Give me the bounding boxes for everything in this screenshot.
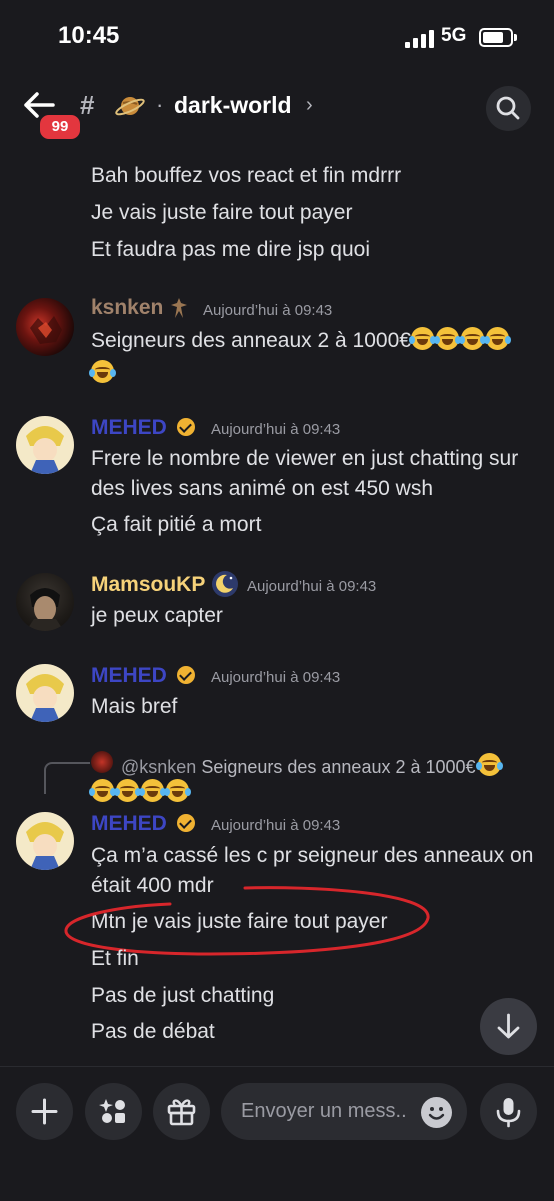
avatar[interactable]	[16, 664, 74, 722]
verified-icon	[177, 666, 195, 684]
laughing-emoji-icon	[89, 779, 116, 802]
timestamp: Aujourd’hui à 09:43	[211, 817, 341, 834]
timestamp: Aujourd’hui à 09:43	[203, 302, 333, 319]
search-icon	[496, 96, 520, 120]
gift-button[interactable]	[153, 1083, 210, 1140]
message-line: Et fin	[91, 947, 139, 970]
header-separator: ·	[156, 92, 164, 117]
user-tag-icon	[171, 298, 187, 318]
mic-icon	[496, 1098, 521, 1128]
author-name[interactable]: ksnken	[91, 296, 163, 320]
gift-icon	[167, 1099, 196, 1126]
laughing-emoji-icon	[139, 779, 166, 802]
message-composer	[0, 1066, 554, 1201]
signal-icon	[405, 30, 434, 48]
message-line: Ça fait pitié a mort	[91, 513, 262, 536]
voice-message-button[interactable]	[480, 1083, 537, 1140]
chevron-right-icon[interactable]: ›	[306, 94, 313, 117]
verified-icon	[177, 418, 195, 436]
message-list[interactable]: Bah bouffez vos react et fin mdrrr Je va…	[0, 136, 554, 1066]
reply-mention: @ksnken	[121, 757, 197, 777]
laughing-emoji-icon	[433, 327, 461, 350]
message-line: Seigneurs des anneaux 2 à 1000€	[91, 327, 511, 353]
message-line: Pas de just chatting	[91, 984, 275, 1007]
hash-icon: #	[80, 90, 95, 120]
channel-name[interactable]: dark-world	[174, 92, 292, 119]
author-name[interactable]: MEHED	[91, 416, 167, 440]
search-button[interactable]	[486, 86, 531, 131]
arrow-down-icon	[497, 1013, 520, 1039]
message-line: des lives sans animé on est 450 wsh	[91, 477, 434, 500]
emoji-button[interactable]	[421, 1097, 452, 1128]
message-line: Je vais juste faire tout payer	[91, 201, 353, 224]
reply-avatar	[91, 751, 113, 773]
laughing-emoji-icon	[164, 779, 191, 802]
message-line	[89, 360, 116, 386]
timestamp: Aujourd’hui à 09:43	[211, 421, 341, 438]
message-line: Bah bouffez vos react et fin mdrrr	[91, 164, 402, 187]
reply-emoji-row	[89, 779, 191, 804]
apps-icon	[99, 1099, 125, 1123]
reply-preview[interactable]: @ksnken Seigneurs des anneaux 2 à 1000€	[121, 753, 503, 778]
add-attachment-button[interactable]	[16, 1083, 73, 1140]
reply-connector	[44, 762, 90, 794]
battery-icon	[479, 28, 517, 47]
message-line: je peux capter	[91, 604, 223, 627]
avatar[interactable]	[16, 416, 74, 474]
timestamp: Aujourd’hui à 09:43	[211, 669, 341, 686]
channel-header: 99 # · dark-world ›	[0, 80, 554, 142]
verified-icon	[177, 814, 195, 832]
status-time: 10:45	[58, 22, 120, 49]
author-name[interactable]: MEHED	[91, 812, 167, 836]
message-line: Ça m’a cassé les c pr seigneur des annea…	[91, 844, 534, 867]
laughing-emoji-icon	[89, 360, 116, 383]
avatar[interactable]	[16, 573, 74, 631]
author-name[interactable]: MamsouKP	[91, 573, 205, 597]
laughing-emoji-icon	[408, 327, 436, 350]
laughing-emoji-icon	[458, 327, 486, 350]
plus-icon	[31, 1098, 58, 1125]
laughing-emoji-icon	[483, 327, 511, 350]
avatar[interactable]	[16, 298, 74, 356]
jump-to-bottom-button[interactable]	[480, 998, 537, 1055]
status-bar: 10:45 5G	[0, 0, 554, 74]
message-line: Mais bref	[91, 695, 178, 718]
reply-text: Seigneurs des anneaux 2 à 1000€	[201, 757, 476, 777]
laughing-emoji-icon	[114, 779, 141, 802]
message-line: Pas de débat	[91, 1020, 215, 1043]
message-line: Frere le nombre de viewer en just chatti…	[91, 447, 519, 470]
sleep-tag-icon	[212, 571, 238, 597]
apps-button[interactable]	[85, 1083, 142, 1140]
emoji-icon	[428, 1107, 445, 1120]
message-text: Seigneurs des anneaux 2 à 1000€	[91, 329, 411, 352]
timestamp: Aujourd’hui à 09:43	[247, 578, 377, 595]
network-label: 5G	[441, 25, 467, 46]
avatar[interactable]	[16, 812, 74, 870]
planet-icon	[115, 97, 145, 116]
message-line: Et faudra pas me dire jsp quoi	[91, 238, 370, 261]
laughing-emoji-icon	[475, 753, 503, 776]
author-name[interactable]: MEHED	[91, 664, 167, 688]
